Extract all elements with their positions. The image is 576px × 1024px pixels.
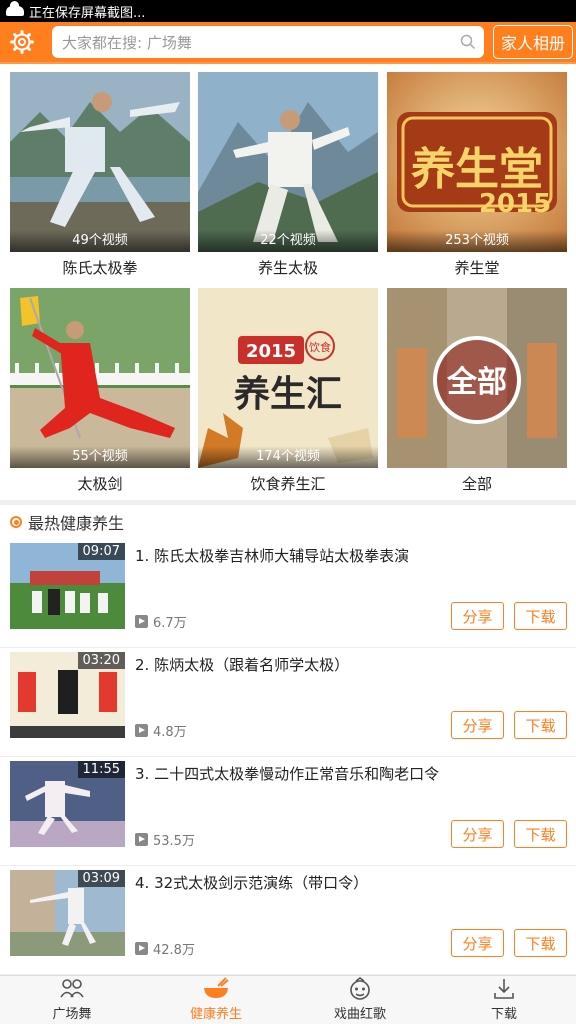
- video-duration: 09:07: [77, 543, 125, 560]
- art-year: 2015: [479, 189, 551, 219]
- download-icon: [494, 979, 514, 999]
- share-button[interactable]: 分享: [451, 820, 504, 848]
- status-text: 正在保存屏幕截图...: [29, 5, 146, 21]
- play-count: 42.8万: [135, 939, 195, 958]
- play-count-value: 6.7万: [153, 616, 187, 631]
- tab-health[interactable]: 健康养生: [144, 976, 288, 1024]
- play-count: 4.8万: [135, 721, 187, 740]
- category-label: 全部: [461, 475, 492, 493]
- video-title[interactable]: 1. 陈氏太极拳吉林师大辅导站太极拳表演: [135, 545, 565, 567]
- tab-label: 广场舞: [52, 1007, 92, 1022]
- play-icon: [135, 833, 148, 846]
- category-chen-taiji[interactable]: 49个视频 陈氏太极拳: [10, 72, 190, 284]
- play-count: 53.5万: [135, 830, 195, 849]
- art-title: 养生堂: [411, 144, 543, 195]
- video-item[interactable]: 11:55 3. 二十四式太极拳慢动作正常音乐和陶老口令 53.5万 分享 下载: [0, 757, 576, 866]
- tab-label: 健康养生: [189, 1007, 242, 1022]
- category-thumbnail: 全部: [387, 288, 567, 468]
- video-duration: 11:55: [77, 761, 125, 778]
- top-bar: 大家都在搜: 广场舞 家人相册: [0, 22, 576, 62]
- category-thumbnail: 55个视频: [10, 288, 190, 468]
- tab-opera[interactable]: 戏曲红歌: [288, 976, 432, 1024]
- category-label: 陈氏太极拳: [62, 259, 138, 277]
- status-bar: 正在保存屏幕截图...: [0, 0, 576, 22]
- category-all[interactable]: 全部 全部: [387, 288, 567, 500]
- art-title: 全部: [446, 365, 507, 400]
- cloud-icon: [6, 1, 24, 16]
- video-title[interactable]: 2. 陈炳太极（跟着名师学太极）: [135, 654, 565, 676]
- category-thumbnail: 22个视频: [198, 72, 378, 252]
- play-icon: [135, 724, 148, 737]
- category-taiji-sword[interactable]: 55个视频 太极剑: [10, 288, 190, 500]
- video-count: 253个视频: [387, 230, 567, 252]
- category-label: 养生堂: [454, 259, 500, 277]
- play-count: 6.7万: [135, 612, 187, 631]
- video-item[interactable]: 03:09 4. 32式太极剑示范演练（带口令） 42.8万 分享 下载: [0, 866, 576, 975]
- bullet-icon: [10, 516, 22, 528]
- section-title: 最热健康养生: [28, 514, 125, 533]
- video-count: 55个视频: [10, 446, 190, 468]
- play-icon: [135, 942, 148, 955]
- download-button[interactable]: 下载: [514, 602, 567, 630]
- share-button[interactable]: 分享: [451, 929, 504, 957]
- video-item[interactable]: 09:07 1. 陈氏太极拳吉林师大辅导站太极拳表演 6.7万 分享 下载: [0, 539, 576, 648]
- video-count: 22个视频: [198, 230, 378, 252]
- category-yangshengtang[interactable]: 养生堂 2015 253个视频 养生堂: [387, 72, 567, 284]
- category-diet-health[interactable]: 2015 饮食 养生汇 174个视频 饮食养生汇: [198, 288, 378, 500]
- users-icon: [60, 979, 84, 998]
- share-button[interactable]: 分享: [451, 602, 504, 630]
- video-thumbnail[interactable]: 09:07: [10, 543, 125, 629]
- art-year: 2015: [246, 341, 296, 362]
- download-button[interactable]: 下载: [514, 711, 567, 739]
- category-thumbnail: 养生堂 2015 253个视频: [387, 72, 567, 252]
- category-label: 养生太极: [257, 259, 318, 277]
- search-placeholder: 大家都在搜: 广场舞: [62, 33, 192, 52]
- video-title[interactable]: 3. 二十四式太极拳慢动作正常音乐和陶老口令: [135, 763, 565, 785]
- category-thumbnail: 49个视频: [10, 72, 190, 252]
- video-thumbnail[interactable]: 11:55: [10, 761, 125, 847]
- tab-label: 下载: [490, 1007, 517, 1022]
- search-input[interactable]: 大家都在搜: 广场舞: [52, 26, 484, 58]
- tab-square-dance[interactable]: 广场舞: [0, 976, 144, 1024]
- category-label: 饮食养生汇: [250, 475, 326, 493]
- video-duration: 03:20: [77, 652, 125, 669]
- video-thumbnail[interactable]: 03:09: [10, 870, 125, 956]
- video-title[interactable]: 4. 32式太极剑示范演练（带口令）: [135, 872, 565, 894]
- bottom-tab-bar: 广场舞 健康养生 戏曲红歌 下载: [0, 975, 576, 1024]
- art-title: 养生汇: [234, 373, 342, 415]
- play-count-value: 42.8万: [153, 943, 195, 958]
- art-badge: 饮食: [309, 340, 331, 354]
- play-count-value: 53.5万: [153, 834, 195, 849]
- category-thumbnail: 2015 饮食 养生汇 174个视频: [198, 288, 378, 468]
- bowl-icon: [204, 977, 229, 998]
- category-grid: 49个视频 陈氏太极拳 22个视频 养生太极 养生堂 2015 253个视频 养…: [0, 64, 576, 500]
- play-count-value: 4.8万: [153, 725, 187, 740]
- tab-download[interactable]: 下载: [432, 976, 576, 1024]
- video-thumbnail[interactable]: 03:20: [10, 652, 125, 738]
- play-icon: [135, 615, 148, 628]
- tab-label: 戏曲红歌: [333, 1007, 386, 1022]
- family-album-button[interactable]: 家人相册: [493, 25, 573, 59]
- download-button[interactable]: 下载: [514, 929, 567, 957]
- video-duration: 03:09: [77, 870, 125, 887]
- section-header: 最热健康养生: [0, 505, 576, 539]
- video-count: 174个视频: [198, 446, 378, 468]
- video-item[interactable]: 03:20 2. 陈炳太极（跟着名师学太极） 4.8万 分享 下载: [0, 648, 576, 757]
- download-button[interactable]: 下载: [514, 820, 567, 848]
- share-button[interactable]: 分享: [451, 711, 504, 739]
- settings-gear-icon[interactable]: [0, 22, 44, 62]
- video-count: 49个视频: [10, 230, 190, 252]
- category-health-taiji[interactable]: 22个视频 养生太极: [198, 72, 378, 284]
- search-icon[interactable]: [452, 26, 484, 58]
- category-label: 太极剑: [77, 475, 123, 493]
- opera-icon: [350, 977, 370, 1000]
